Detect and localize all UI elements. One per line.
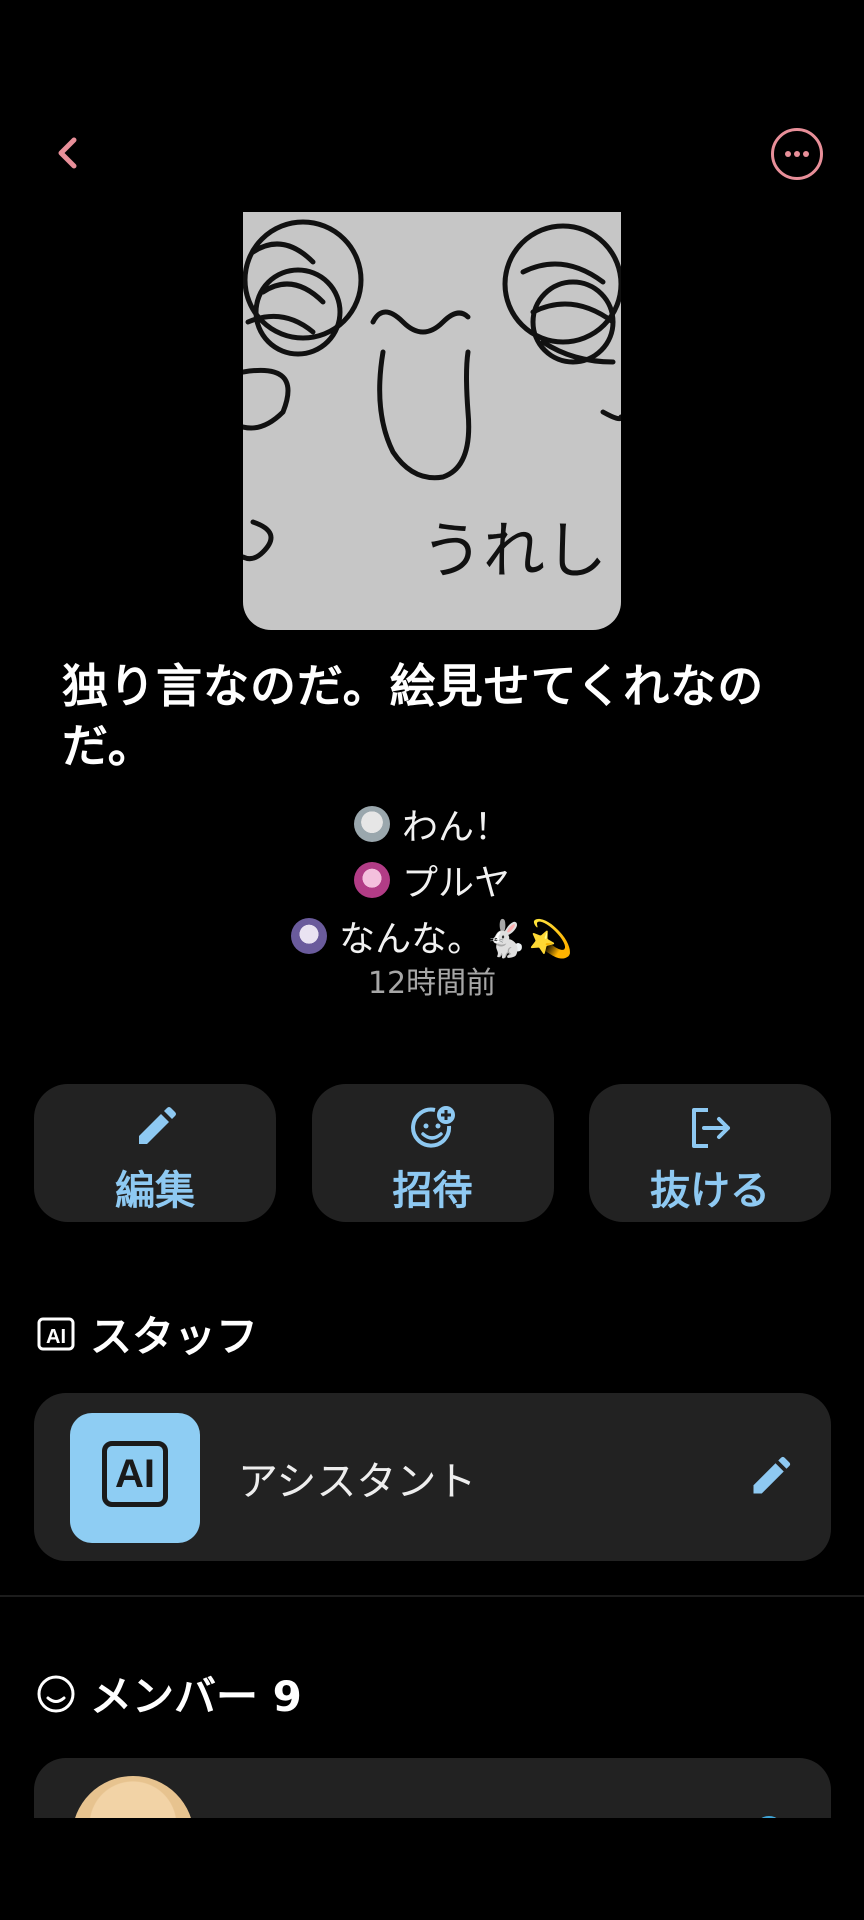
ai-avatar-text: AI — [102, 1441, 168, 1507]
member-name: なんな。🐇💫 — [339, 919, 573, 960]
invite-label: 招待 — [392, 1168, 473, 1214]
pencil-icon — [139, 1107, 176, 1144]
member-name: わん！ — [401, 807, 510, 848]
staff-item-assistant[interactable]: AI アシスタント — [34, 1393, 831, 1561]
avatar: AI — [70, 1413, 200, 1543]
member-preview-item[interactable]: わん！ — [0, 796, 864, 852]
members-heading-text: メンバー 9 — [90, 1672, 302, 1721]
edit-button[interactable]: 編集 — [34, 1084, 276, 1222]
more-options-button[interactable] — [771, 128, 823, 180]
staff-heading-text: スタッフ — [90, 1312, 259, 1361]
invite-button[interactable]: 招待 — [311, 1084, 554, 1222]
edit-label: 編集 — [115, 1168, 195, 1214]
chevron-left-icon — [58, 137, 77, 169]
member-name: プルヤ — [401, 863, 510, 904]
members-preview: わん！ プルヤ なんな。🐇💫 — [0, 796, 864, 964]
top-bar — [0, 120, 864, 190]
pencil-icon[interactable] — [748, 1455, 792, 1499]
screen-bottom — [0, 1818, 864, 1920]
member-preview-item[interactable]: プルヤ — [0, 852, 864, 908]
add-person-icon — [410, 1106, 455, 1148]
ai-badge-icon: AI — [37, 1317, 75, 1350]
leave-label: 抜ける — [650, 1168, 770, 1214]
more-dot — [794, 151, 800, 157]
leave-button[interactable]: 抜ける — [589, 1084, 831, 1222]
member-preview-item[interactable]: なんな。🐇💫 — [0, 908, 864, 964]
sketch-drawing: うれし — [243, 219, 621, 587]
avatar — [291, 918, 328, 954]
chat-cover-image: うれし — [243, 212, 621, 630]
last-active-timestamp: 12時間前 — [367, 966, 497, 1001]
avatar — [353, 806, 390, 842]
chat-title: 独り言なのだ。絵見せてくれなのだ。 — [62, 659, 765, 773]
staff-section-heading: AI スタッフ — [36, 1303, 258, 1364]
action-row: 編集 招待 抜ける — [34, 1084, 831, 1222]
avatar — [353, 862, 390, 898]
more-horizontal-icon — [785, 151, 791, 157]
sketch-text: うれし — [421, 514, 607, 587]
logout-icon — [692, 1108, 730, 1148]
members-section-heading: メンバー 9 — [36, 1663, 302, 1724]
smile-icon — [37, 1675, 75, 1712]
back-button[interactable] — [44, 128, 94, 178]
staff-name: アシスタント — [238, 1459, 477, 1505]
divider — [0, 1595, 864, 1597]
more-dot — [803, 151, 809, 157]
ai-badge-text: AI — [46, 1326, 66, 1348]
